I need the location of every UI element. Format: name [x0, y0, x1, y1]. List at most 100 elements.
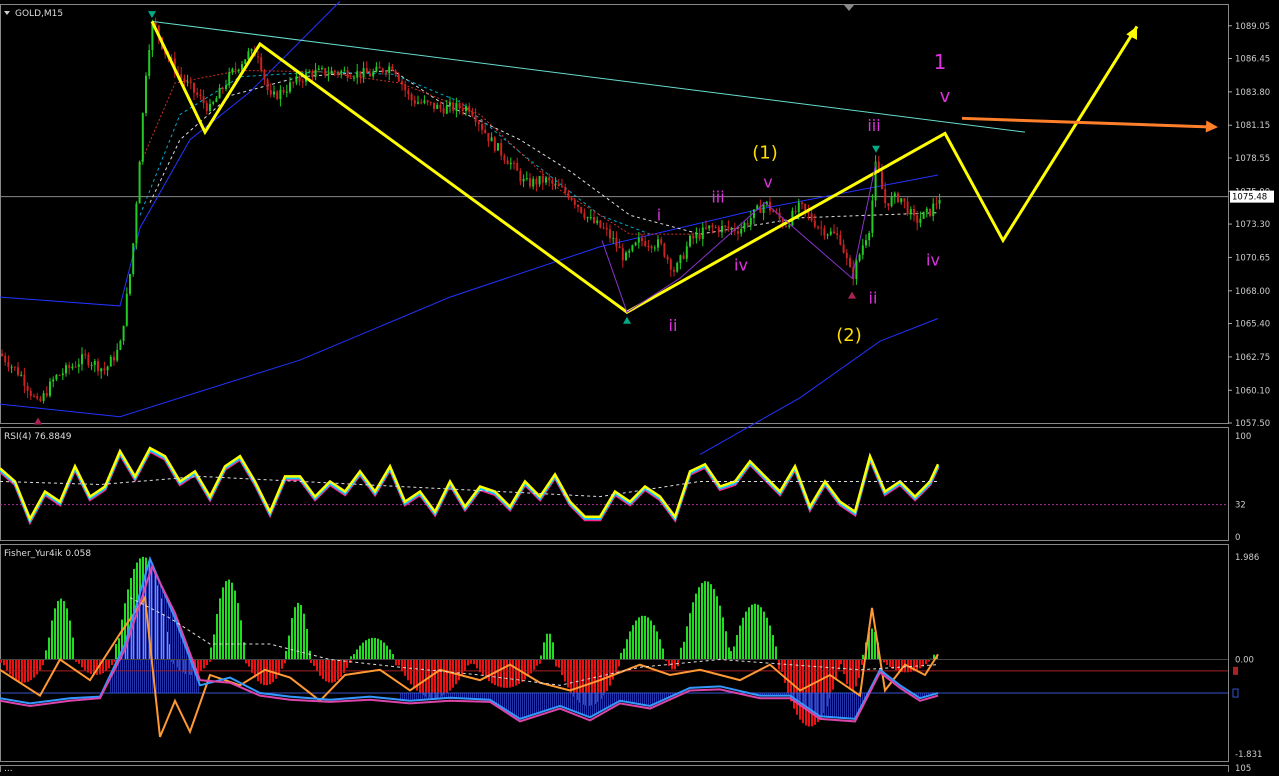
price-tick-label: 1086.45 [1235, 55, 1270, 65]
fisher-blue-bar [532, 693, 533, 715]
fisher-histogram-bar [306, 629, 308, 660]
fisher-histogram-bar [533, 659, 535, 669]
fisher-blue-bar [598, 693, 599, 713]
fisher-histogram-bar [683, 642, 685, 660]
fisher-histogram-bar [757, 605, 759, 660]
fisher-blue-bar [560, 693, 561, 706]
fisher-blue-bar [596, 693, 597, 714]
fisher-histogram-bar [464, 659, 466, 670]
fisher-histogram-bar [337, 659, 339, 679]
fisher-histogram-bar [234, 591, 236, 660]
fisher-blue-bar [584, 693, 585, 715]
fisher-blue-bar [412, 693, 413, 701]
fisher-histogram-bar [707, 582, 709, 660]
fisher-histogram-bar [832, 659, 834, 689]
fisher-histogram-bar [437, 659, 439, 697]
wave-label: 1 [934, 50, 947, 74]
fisher-blue-bar [402, 693, 403, 700]
fisher-histogram-bar [15, 659, 17, 680]
fisher-histogram-bar [638, 617, 640, 659]
fisher-blue-bar [854, 693, 855, 719]
fisher-blue-bar [414, 693, 415, 700]
price-tick-label: 1057.50 [1235, 419, 1270, 429]
fisher-histogram-bar [245, 659, 247, 663]
fisher-blue-bar [654, 693, 655, 704]
fisher-histogram-bar [647, 617, 649, 659]
candle [676, 261, 678, 272]
fisher-histogram-bar [766, 618, 768, 660]
fisher-histogram-bar [410, 659, 412, 684]
fisher-histogram-bar [739, 626, 741, 660]
fisher-blue-bar [526, 693, 527, 717]
fisher-blue-bar [576, 693, 577, 712]
fisher-blue-bar [416, 693, 417, 700]
fisher-histogram-bar [386, 646, 388, 660]
fisher-histogram-bar [359, 646, 361, 660]
fisher-histogram-bar [748, 607, 750, 659]
fisher-blue-bar [410, 693, 411, 701]
fisher-histogram-bar [662, 649, 664, 660]
fisher-histogram-bar [543, 642, 545, 659]
fisher-histogram-bar [365, 640, 367, 659]
fisher-histogram-bar [216, 614, 218, 659]
fisher-histogram-bar [294, 607, 296, 659]
fisher-blue-bar [608, 693, 609, 707]
fisher-histogram-bar [488, 659, 490, 681]
fisher-blue-bar [500, 693, 501, 706]
fisher-histogram-bar [632, 625, 634, 659]
fisher-histogram-bar [751, 605, 753, 660]
candle [897, 192, 899, 204]
fisher-blue-bar [518, 693, 519, 718]
fisher-histogram-bar [479, 659, 481, 672]
fisher-histogram-bar [473, 659, 475, 664]
fisher-histogram-bar [858, 659, 860, 677]
fisher-blue-bar [492, 693, 493, 701]
fisher-histogram-bar [237, 603, 239, 659]
fisher-histogram-bar [733, 646, 735, 659]
fisher-histogram-bar [855, 659, 857, 686]
fisher-blue-bar [806, 693, 807, 707]
wave-label: iii [867, 116, 880, 135]
fisher-blue-bar [564, 693, 565, 707]
candle [497, 143, 499, 151]
fisher-blue-bar [404, 693, 405, 700]
fisher-blue-bar [842, 693, 843, 718]
fisher-histogram-bar [69, 621, 71, 660]
fisher-histogram-bar [243, 642, 245, 659]
fisher-histogram-bar [567, 659, 569, 687]
fisher-blue-bar [600, 693, 601, 712]
trading-chart[interactable]: GOLD,M15 RSI(4) 76.8849 Fisher_Yur4ik 0.… [0, 0, 1279, 772]
fisher-histogram-bar [846, 659, 848, 684]
fisher-blue-bar [650, 693, 651, 706]
fisher-blue-bar [408, 693, 409, 701]
rsi-tick-label: 32 [1235, 501, 1246, 511]
fisher-histogram-bar [623, 649, 625, 660]
candle [119, 340, 121, 351]
fisher-blue-bar [640, 693, 641, 704]
fisher-histogram-bar [115, 644, 117, 659]
fisher-blue-bar [614, 693, 615, 704]
fisher-blue-bar [582, 693, 583, 714]
fisher-histogram-bar [500, 659, 502, 687]
fisher-histogram-bar [455, 659, 457, 684]
fisher-blue-bar [630, 693, 631, 702]
fisher-blue-bar [150, 559, 151, 693]
fisher-histogram-bar [30, 659, 32, 680]
fisher-blue-bar [836, 693, 837, 717]
fisher-histogram-bar [561, 659, 563, 675]
fisher-histogram-bar [48, 638, 50, 660]
fisher-blue-bar [160, 583, 161, 693]
current-price-tag: 1075.48 [1230, 191, 1274, 203]
fisher-blue-bar [572, 693, 573, 710]
fisher-blue-bar [170, 606, 171, 693]
fisher-histogram-bar [730, 651, 732, 659]
fisher-blue-bar [798, 693, 799, 701]
fisher-histogram-bar [659, 639, 661, 659]
fisher-blue-bar [140, 593, 141, 693]
fisher-histogram-bar [644, 616, 646, 660]
fisher-histogram-bar [713, 589, 715, 659]
fisher-histogram-bar [278, 659, 280, 674]
fisher-blue-bar [588, 693, 589, 717]
fisher-blue-bar [570, 693, 571, 710]
price-tick-label: 1078.55 [1235, 154, 1270, 164]
